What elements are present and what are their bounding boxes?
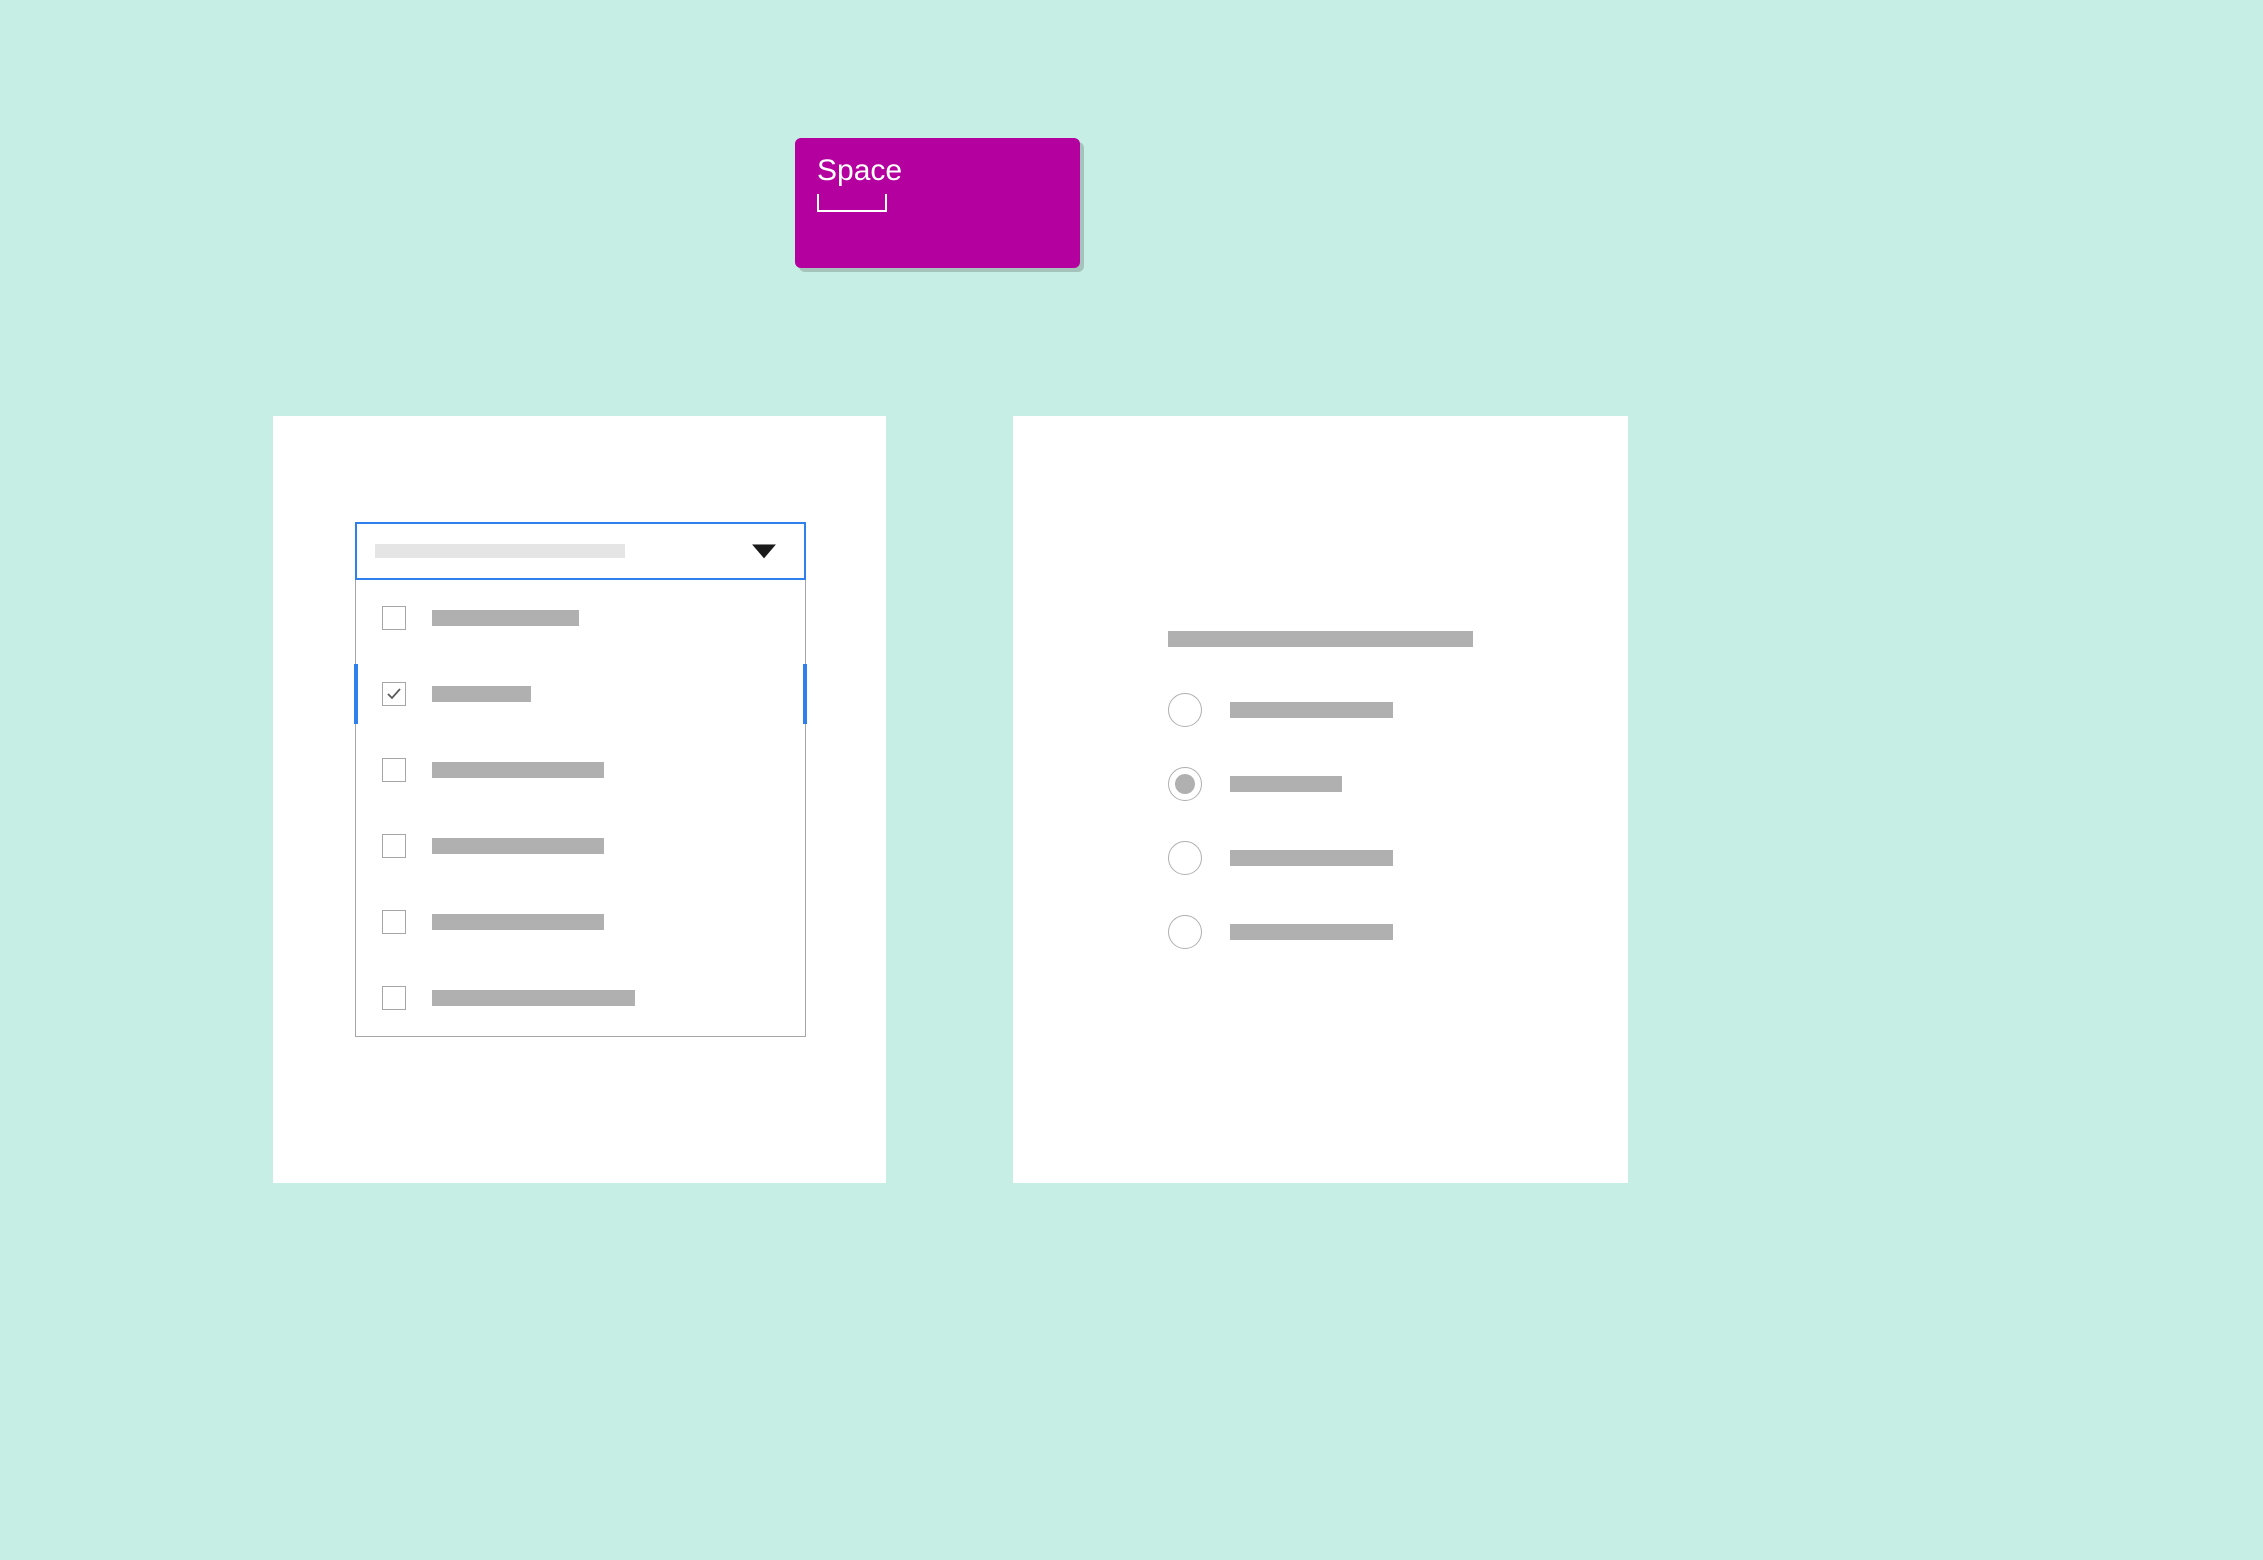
combobox-option[interactable] xyxy=(356,732,805,808)
option-label xyxy=(432,610,579,626)
combobox-listbox[interactable] xyxy=(355,580,806,1037)
combobox-option[interactable] xyxy=(356,580,805,656)
radio-label xyxy=(1230,702,1393,718)
multiselect-combobox[interactable] xyxy=(355,522,806,1037)
radio-icon[interactable] xyxy=(1168,915,1202,949)
checkbox-icon[interactable] xyxy=(382,606,406,630)
option-label xyxy=(432,990,635,1006)
combobox-option[interactable] xyxy=(356,960,805,1036)
checkbox-icon[interactable] xyxy=(382,834,406,858)
chevron-down-icon xyxy=(752,544,776,563)
radio-label xyxy=(1230,850,1393,866)
radio-option[interactable] xyxy=(1168,765,1498,803)
combobox-placeholder xyxy=(375,544,625,558)
option-label xyxy=(432,838,604,854)
checkbox-icon[interactable] xyxy=(382,682,406,706)
radio-option[interactable] xyxy=(1168,691,1498,729)
option-label xyxy=(432,914,604,930)
radio-group xyxy=(1168,631,1498,987)
radio-group-label xyxy=(1168,631,1473,647)
space-key-label: Space xyxy=(817,154,1058,187)
combobox-example-card xyxy=(273,416,886,1183)
combobox-trigger[interactable] xyxy=(355,522,806,580)
checkbox-icon[interactable] xyxy=(382,910,406,934)
combobox-option[interactable] xyxy=(356,656,805,732)
radio-option[interactable] xyxy=(1168,839,1498,877)
radio-label xyxy=(1230,924,1393,940)
option-label xyxy=(432,762,604,778)
combobox-option[interactable] xyxy=(356,808,805,884)
radio-icon[interactable] xyxy=(1168,841,1202,875)
radio-icon[interactable] xyxy=(1168,693,1202,727)
radio-option[interactable] xyxy=(1168,913,1498,951)
option-label xyxy=(432,686,531,702)
space-key-badge: Space xyxy=(795,138,1080,268)
checkbox-icon[interactable] xyxy=(382,758,406,782)
radio-example-card xyxy=(1013,416,1628,1183)
space-key-bracket-icon xyxy=(817,194,887,212)
radio-icon[interactable] xyxy=(1168,767,1202,801)
radio-label xyxy=(1230,776,1342,792)
combobox-option[interactable] xyxy=(356,884,805,960)
checkbox-icon[interactable] xyxy=(382,986,406,1010)
